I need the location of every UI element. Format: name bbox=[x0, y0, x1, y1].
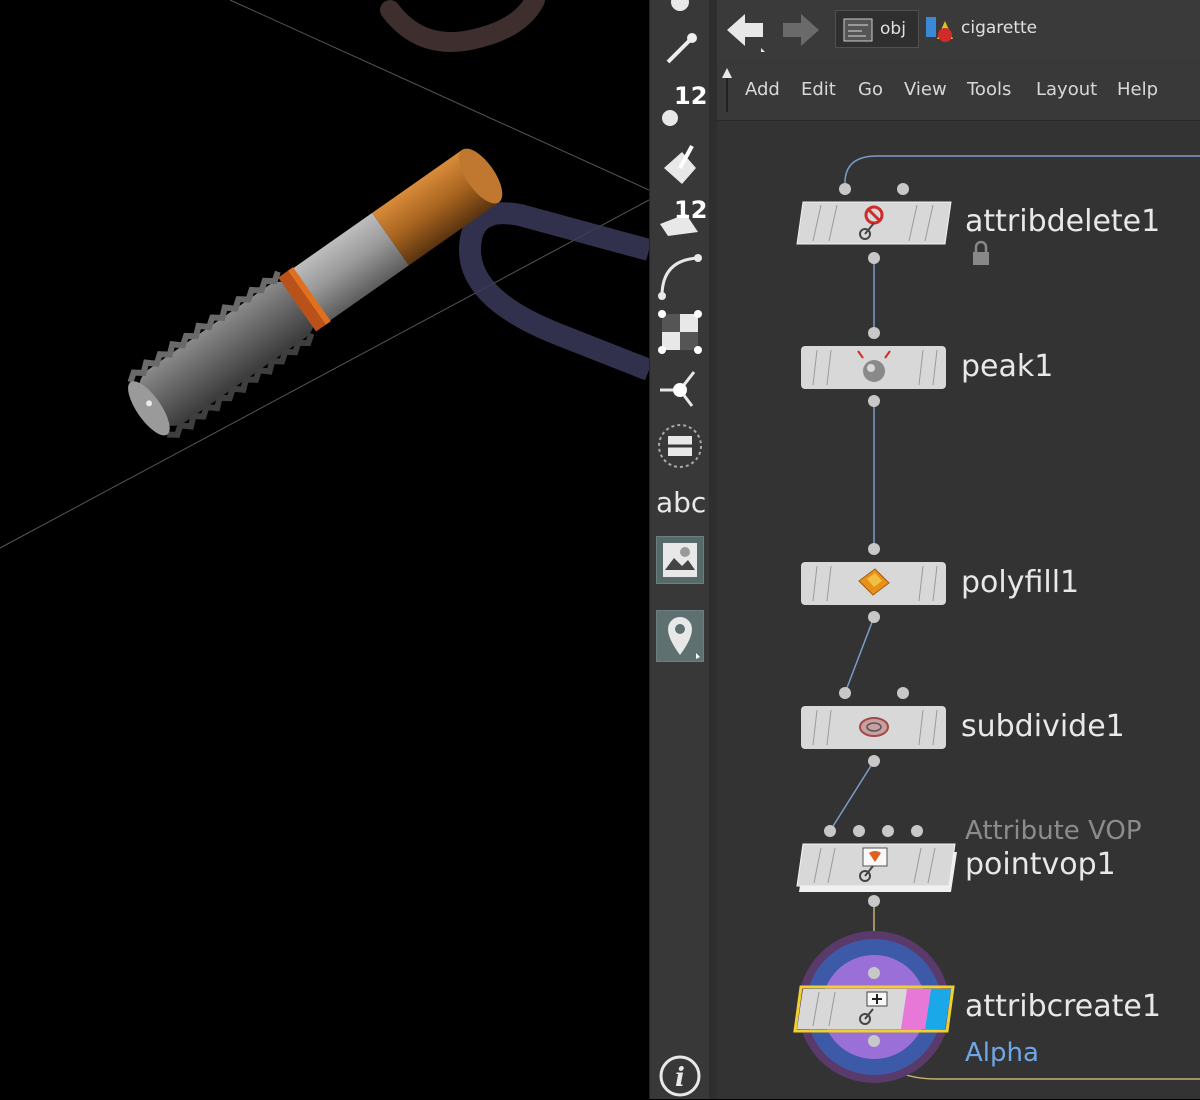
node-attribdelete1[interactable] bbox=[796, 183, 952, 264]
pane-splitter[interactable] bbox=[709, 0, 717, 1099]
path-item-cigarette[interactable]: cigarette bbox=[923, 10, 1037, 46]
text-tool[interactable]: abc bbox=[656, 486, 706, 519]
snap-tool-icon[interactable] bbox=[656, 0, 704, 26]
handle-tool-icon[interactable] bbox=[656, 422, 704, 470]
menu-help[interactable]: Help bbox=[1117, 79, 1158, 100]
point-size-label: 12 bbox=[674, 82, 708, 110]
wire bbox=[844, 616, 875, 694]
node-label: subdivide1 bbox=[961, 709, 1125, 744]
grid-line bbox=[229, 0, 649, 191]
pivot-tool-icon[interactable] bbox=[656, 364, 704, 412]
node-label: peak1 bbox=[961, 349, 1054, 384]
menu-add[interactable]: Add bbox=[745, 79, 780, 100]
handle-guide-shape bbox=[380, 0, 545, 52]
lock-icon bbox=[973, 240, 989, 265]
viewport-toolbar: 12 12 abc i bbox=[649, 0, 711, 1099]
node-type-label: Attribute VOP bbox=[965, 816, 1142, 846]
info-icon[interactable]: i bbox=[656, 1052, 704, 1100]
wire bbox=[829, 760, 875, 832]
node-label: polyfill1 bbox=[961, 565, 1080, 600]
brush-tool-icon[interactable] bbox=[656, 24, 704, 72]
curve-tool-icon[interactable] bbox=[656, 252, 704, 300]
background-image-icon[interactable] bbox=[656, 536, 704, 584]
svg-text:i: i bbox=[675, 1063, 685, 1093]
input-wire bbox=[844, 155, 1200, 184]
scene-viewport[interactable] bbox=[0, 0, 649, 1099]
node-subdivide1[interactable] bbox=[801, 687, 946, 767]
network-canvas[interactable]: attribdelete1 peak1 polyfill1 subdivide1… bbox=[717, 121, 1200, 1099]
node-label: attribdelete1 bbox=[965, 204, 1161, 239]
path-item-obj[interactable]: obj bbox=[835, 10, 919, 48]
location-marker-icon[interactable] bbox=[656, 610, 704, 662]
path-item-label: cigarette bbox=[961, 18, 1038, 38]
node-graph bbox=[793, 155, 1200, 1083]
handle-guide-shape bbox=[458, 202, 649, 381]
path-bar: obj cigarette bbox=[717, 0, 1200, 61]
forward-arrow-icon[interactable] bbox=[779, 8, 823, 52]
menu-view[interactable]: View bbox=[904, 79, 947, 100]
back-arrow-icon[interactable] bbox=[723, 8, 767, 52]
node-polyfill1[interactable] bbox=[801, 543, 946, 623]
node-label: pointvop1 bbox=[965, 847, 1116, 882]
text-size-tool[interactable]: 12 bbox=[656, 192, 708, 240]
node-peak1[interactable] bbox=[801, 327, 946, 407]
node-attribcreate1[interactable] bbox=[793, 931, 955, 1083]
cigarette-model bbox=[127, 148, 503, 438]
collapse-arrow-icon[interactable] bbox=[720, 64, 734, 114]
node-pointvop1[interactable] bbox=[796, 825, 957, 907]
menu-go[interactable]: Go bbox=[858, 79, 883, 100]
node-comment: Alpha bbox=[965, 1038, 1039, 1068]
point-size-tool[interactable]: 12 bbox=[656, 80, 708, 128]
checker-tool-icon[interactable] bbox=[656, 308, 704, 356]
menu-tools[interactable]: Tools bbox=[967, 79, 1011, 100]
geometry-object-icon bbox=[926, 17, 953, 42]
text-size-label: 12 bbox=[674, 196, 708, 224]
paint-tool-icon[interactable] bbox=[656, 140, 704, 188]
path-item-label: obj bbox=[880, 19, 906, 39]
object-network-icon bbox=[843, 18, 873, 42]
network-editor: obj cigarette Add Edit Go View Tools Lay… bbox=[717, 0, 1200, 1099]
viewport-scene bbox=[0, 0, 649, 549]
menu-layout[interactable]: Layout bbox=[1036, 79, 1097, 100]
menu-edit[interactable]: Edit bbox=[801, 79, 836, 100]
menu-bar: Add Edit Go View Tools Layout Help bbox=[717, 60, 1200, 121]
node-label: attribcreate1 bbox=[965, 989, 1161, 1024]
